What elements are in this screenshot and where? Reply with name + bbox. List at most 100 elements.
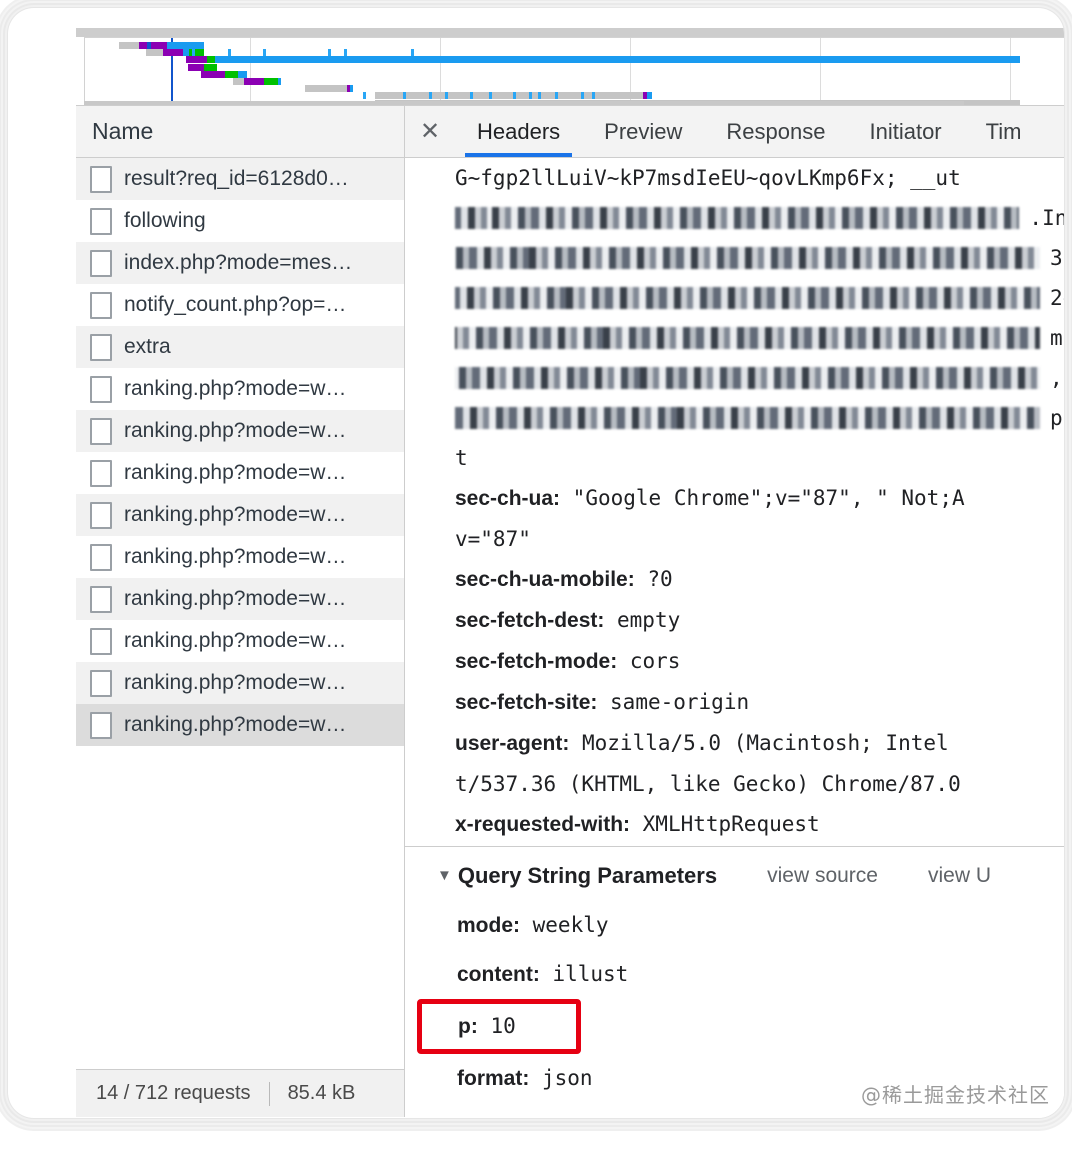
- document-icon: [90, 165, 112, 193]
- header-line: sec-ch-ua-mobile: ?0: [405, 559, 1064, 600]
- waterfall-segment: [233, 78, 244, 85]
- tab-preview[interactable]: Preview: [582, 106, 704, 157]
- redaction-blur: [455, 367, 1040, 389]
- query-string-header[interactable]: ▼ Query String Parameters view source vi…: [405, 847, 1064, 901]
- waterfall-bar: [201, 70, 247, 78]
- waterfall-bar: [233, 78, 281, 85]
- request-list-item[interactable]: ranking.php?mode=w…: [76, 494, 404, 536]
- waterfall-gridline: [1010, 38, 1011, 102]
- document-icon: [90, 543, 112, 571]
- redacted-header-line: ,1: [405, 358, 1064, 398]
- redacted-header-line: .Int: [405, 198, 1064, 238]
- chevron-down-icon[interactable]: ▼: [437, 867, 452, 884]
- waterfall-tick: [363, 92, 366, 99]
- waterfall-tick: [228, 49, 231, 56]
- waterfall-segment: [238, 70, 247, 78]
- request-list-item[interactable]: extra: [76, 326, 404, 368]
- document-icon: [90, 627, 112, 655]
- header-line-tail: .Int: [1029, 206, 1064, 230]
- waterfall-tick: [429, 92, 432, 99]
- query-string-title: Query String Parameters: [457, 863, 718, 888]
- document-icon: [90, 375, 112, 403]
- request-list-item[interactable]: ranking.php?mode=w…: [76, 368, 404, 410]
- document-icon: [90, 459, 112, 487]
- request-name: ranking.php?mode=w…: [124, 587, 347, 610]
- waterfall-bar: [146, 49, 204, 57]
- request-list-item[interactable]: ranking.php?mode=w…: [76, 452, 404, 494]
- document-icon: [90, 501, 112, 529]
- waterfall-segment: [350, 85, 353, 93]
- requests-count: 14 / 712 requests: [96, 1082, 251, 1104]
- waterfall-tick: [581, 92, 584, 99]
- waterfall-segment: [188, 63, 204, 71]
- request-list-item[interactable]: ranking.php?mode=w…: [76, 578, 404, 620]
- request-list-rows[interactable]: result?req_id=6128d0… following index.php?…: [76, 158, 404, 1069]
- request-list-item[interactable]: following: [76, 200, 404, 242]
- query-string-params: mode: weekly content: illust p: 10 format: …: [405, 901, 1064, 1103]
- redaction-blur: [455, 327, 1040, 349]
- header-name: sec-ch-ua:: [455, 487, 561, 510]
- header-value: same-origin: [597, 690, 750, 714]
- tab-initiator[interactable]: Initiator: [847, 106, 963, 157]
- header-value: XMLHttpRequest: [630, 812, 820, 836]
- request-name: following: [124, 209, 206, 232]
- waterfall-segment: [151, 42, 167, 49]
- waterfall-tick: [192, 49, 195, 56]
- tab-tim[interactable]: Tim: [964, 106, 1044, 157]
- header-name: sec-fetch-site:: [455, 691, 598, 714]
- tab-response[interactable]: Response: [704, 106, 847, 157]
- document-icon: [90, 291, 112, 319]
- header-line: user-agent: Mozilla/5.0 (Macintosh; Inte…: [405, 723, 1064, 764]
- request-list-item[interactable]: ranking.php?mode=w…: [76, 620, 404, 662]
- request-list-header[interactable]: Name: [76, 106, 404, 158]
- waterfall-tick: [411, 49, 414, 56]
- request-list-item[interactable]: ranking.php?mode=w…: [76, 704, 404, 746]
- waterfall-segment: [244, 78, 264, 85]
- waterfall-segment: [167, 42, 204, 49]
- waterfall-canvas[interactable]: [84, 37, 1064, 105]
- request-list-item[interactable]: ranking.php?mode=w…: [76, 662, 404, 704]
- request-name: ranking.php?mode=w…: [124, 461, 347, 484]
- request-name: ranking.php?mode=w…: [124, 545, 347, 568]
- request-list-item[interactable]: notify_count.php?op=…: [76, 284, 404, 326]
- tab-headers[interactable]: Headers: [455, 106, 582, 157]
- redaction-blur: [455, 207, 1020, 229]
- close-icon[interactable]: ✕: [405, 106, 455, 157]
- query-param-value: illust: [539, 962, 629, 986]
- view-url-link[interactable]: view U: [928, 864, 991, 888]
- waterfall-tick: [529, 92, 532, 99]
- query-param-key: content:: [457, 963, 540, 986]
- header-line: sec-fetch-dest: empty: [405, 600, 1064, 641]
- devtools-network-panel: Name result?req_id=6128d0… following index…: [76, 28, 1064, 1118]
- request-list-item[interactable]: result?req_id=6128d0…: [76, 158, 404, 200]
- request-list-item[interactable]: ranking.php?mode=w…: [76, 536, 404, 578]
- waterfall-segment: [204, 63, 217, 71]
- document-icon: [90, 585, 112, 613]
- view-source-link[interactable]: view source: [767, 864, 878, 888]
- header-line: G~fgp2llLuiV~kP7msdIeEU~qovLKmp6Fx; __ut: [405, 158, 1064, 198]
- waterfall-tick: [263, 49, 266, 56]
- header-line: t/537.36 (KHTML, like Gecko) Chrome/87.0: [405, 764, 1064, 804]
- document-icon: [90, 417, 112, 445]
- waterfall-tick: [403, 92, 406, 99]
- query-param-key: p:: [458, 1015, 478, 1038]
- request-name: extra: [124, 335, 171, 358]
- query-param-wrapper: p: 10: [405, 999, 1064, 1054]
- header-value: cors: [617, 649, 681, 673]
- request-list-panel: Name result?req_id=6128d0… following index…: [76, 106, 405, 1117]
- waterfall-tick: [513, 92, 516, 99]
- header-value: "Google Chrome";v="87", " Not;A: [560, 486, 965, 510]
- request-list-item[interactable]: ranking.php?mode=w…: [76, 410, 404, 452]
- query-param: content: illust: [405, 950, 1064, 999]
- watermark: @稀土掘金技术社区: [861, 1083, 1050, 1107]
- waterfall-tick: [344, 49, 347, 56]
- headers-scroll-area[interactable]: G~fgp2llLuiV~kP7msdIeEU~qovLKmp6Fx; __ut…: [405, 158, 1064, 846]
- header-value: v="87": [455, 527, 531, 551]
- network-waterfall-overview[interactable]: [76, 28, 1064, 106]
- waterfall-segment: [375, 92, 643, 100]
- waterfall-segment: [207, 56, 215, 64]
- request-list-item[interactable]: index.php?mode=mes…: [76, 242, 404, 284]
- header-line-tail: p1: [1050, 406, 1064, 430]
- waterfall-segment: [139, 42, 147, 49]
- network-status-bar: 14 / 712 requests 85.4 kB: [76, 1069, 404, 1117]
